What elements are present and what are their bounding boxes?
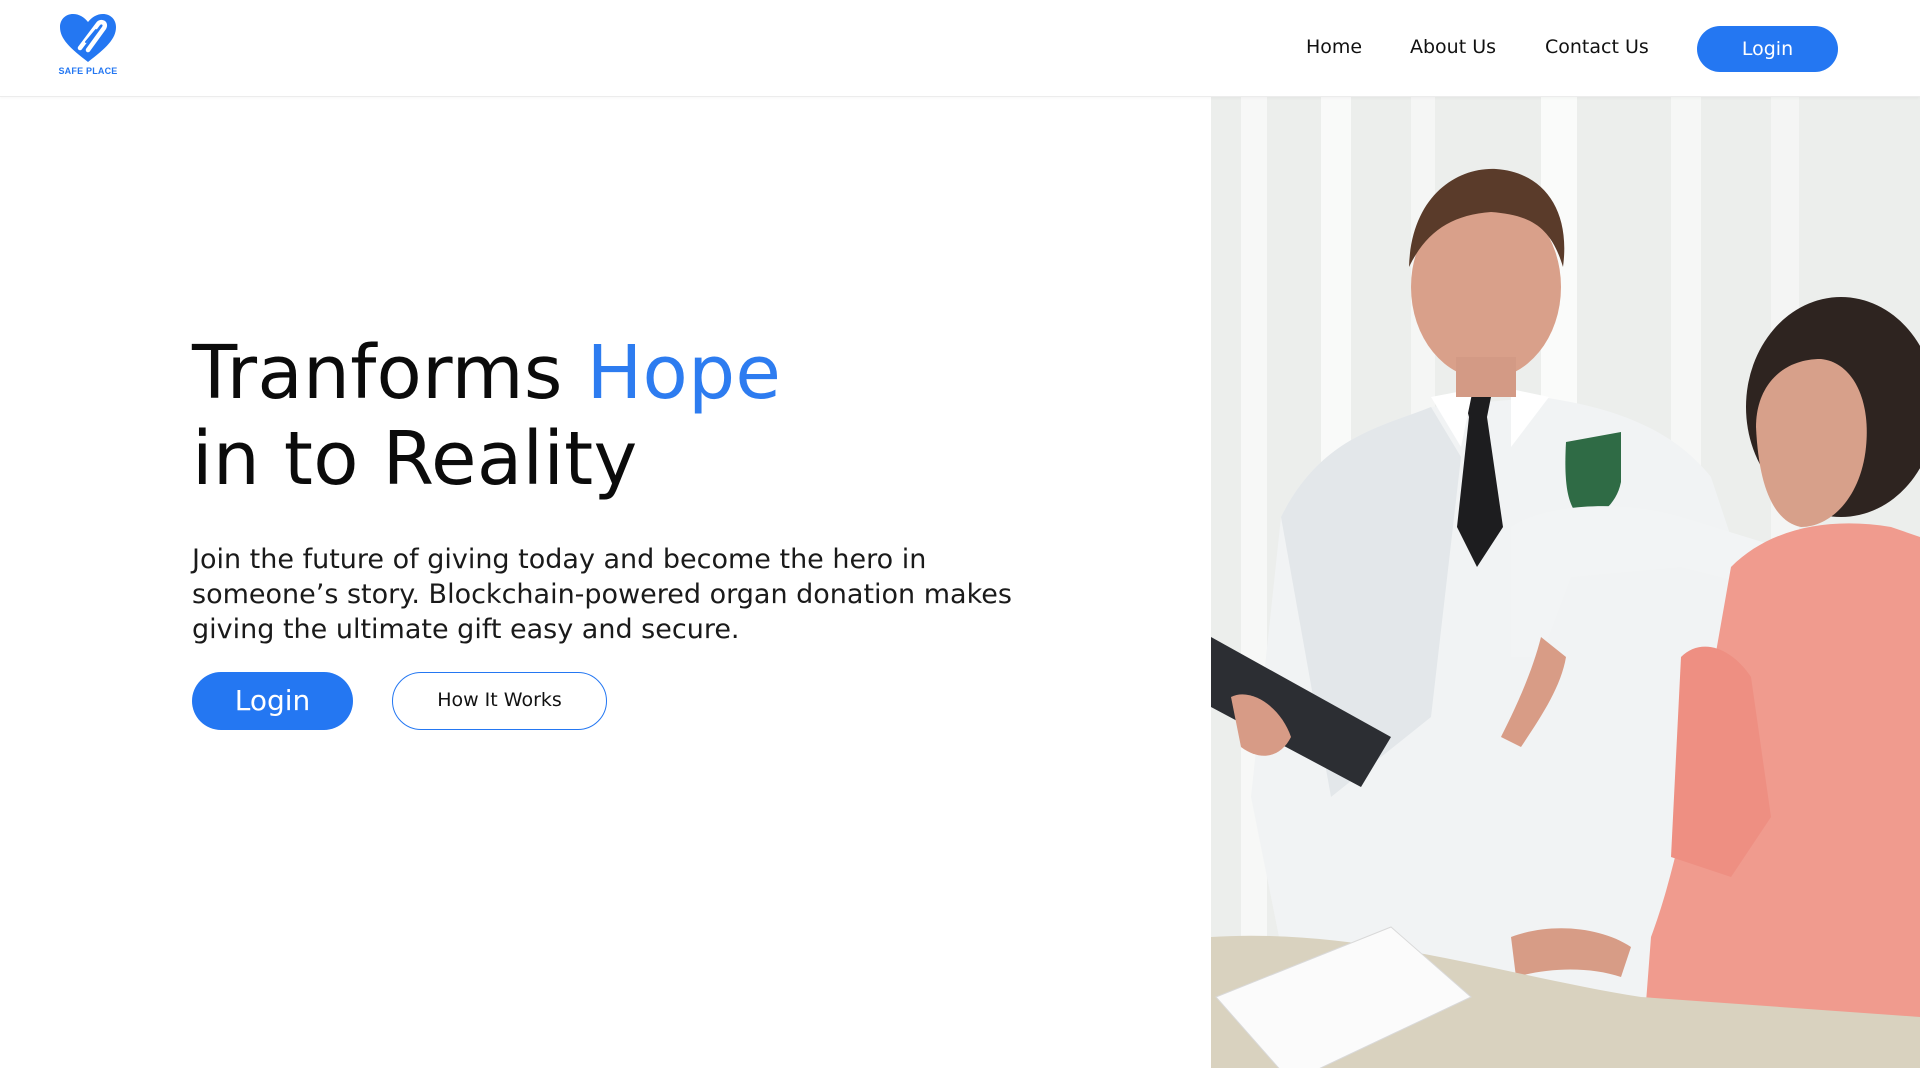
brand-logo[interactable]: SAFE PLACE bbox=[56, 12, 120, 80]
nav-about-link[interactable]: About Us bbox=[1410, 36, 1496, 58]
heart-icon bbox=[60, 14, 116, 62]
navbar: SAFE PLACE Home About Us Contact Us Logi… bbox=[0, 0, 1920, 97]
nav-login-button[interactable]: Login bbox=[1697, 26, 1838, 72]
nav-contact-link[interactable]: Contact Us bbox=[1545, 36, 1649, 58]
hero-subtitle: Join the future of giving today and beco… bbox=[192, 544, 1012, 645]
hero-content: Tranforms Hope in to Reality Join the fu… bbox=[192, 330, 1052, 647]
hero-photo bbox=[1211, 97, 1920, 1068]
hero-title-accent: Hope bbox=[586, 330, 782, 416]
hero-title-text: Tranforms bbox=[192, 330, 587, 416]
hero-login-button[interactable]: Login bbox=[192, 672, 353, 730]
hero-title-line2: in to Reality bbox=[192, 416, 638, 502]
brand-name: SAFE PLACE bbox=[58, 66, 118, 76]
how-it-works-button[interactable]: How It Works bbox=[392, 672, 607, 730]
nav-home-link[interactable]: Home bbox=[1306, 36, 1362, 58]
doctor-patient-illustration bbox=[1211, 97, 1920, 1068]
hero-title: Tranforms Hope in to Reality bbox=[192, 330, 1052, 502]
